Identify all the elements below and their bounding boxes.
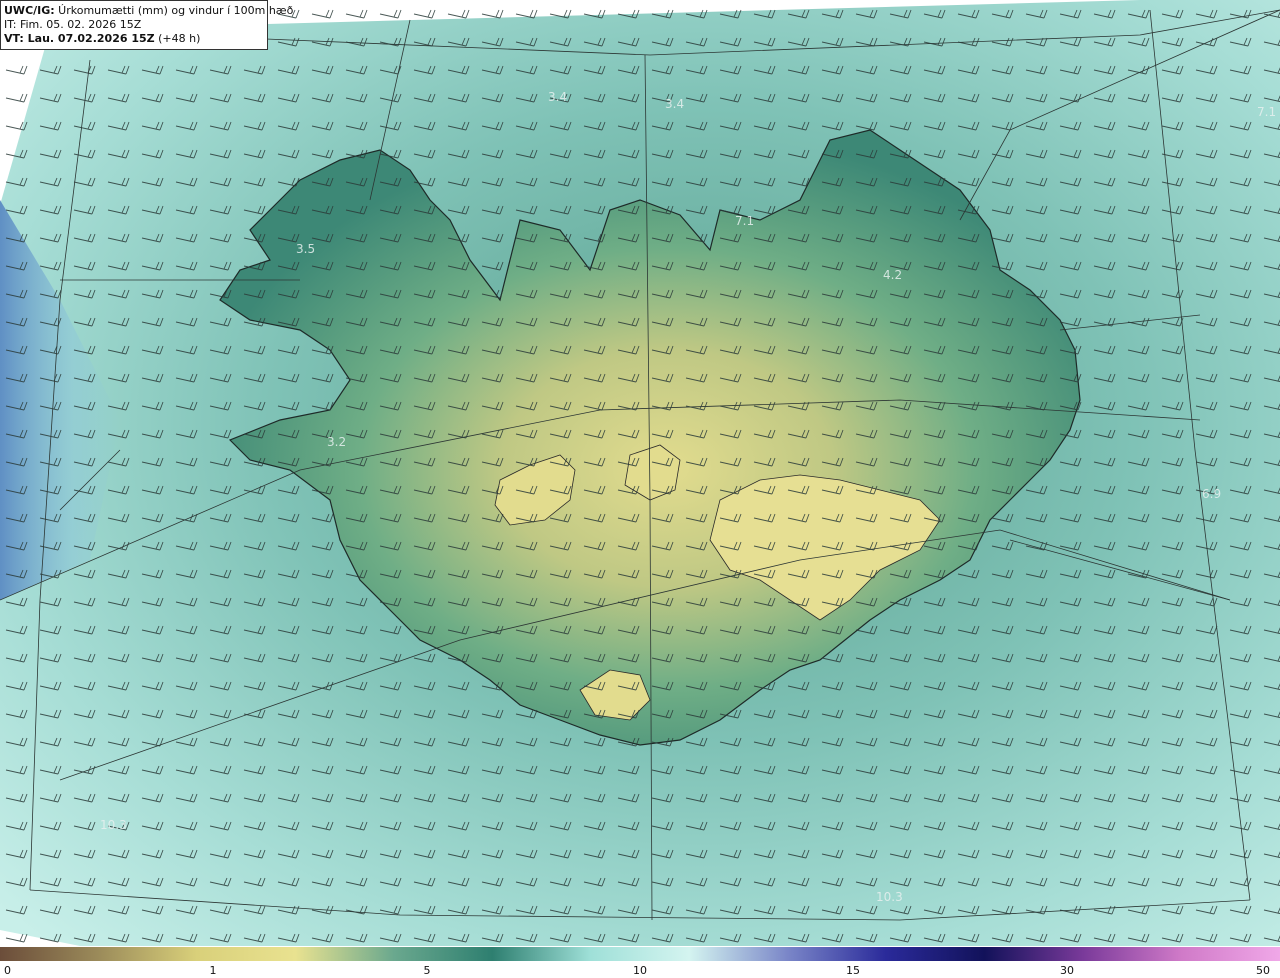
map-title: Úrkomumætti (mm) og vindur í 100m hæð bbox=[54, 4, 294, 17]
colorbar-tick: 10 bbox=[633, 964, 647, 977]
map-value-label: 3.4 bbox=[548, 90, 568, 104]
map-value-label: 6.9 bbox=[1202, 487, 1222, 501]
map-value-label: 3.4 bbox=[665, 97, 685, 111]
valid-time-row: VT: Lau. 07.02.2026 15Z (+48 h) bbox=[4, 32, 263, 46]
colorbar-tick: 5 bbox=[423, 964, 431, 977]
model-label: UWC/IG: bbox=[4, 4, 55, 17]
colorbar-tick: 1 bbox=[209, 964, 217, 977]
colorbar-tick: 0 bbox=[4, 964, 11, 977]
title-row: UWC/IG: Úrkomumætti (mm) og vindur í 100… bbox=[4, 4, 293, 18]
valid-time: VT: Lau. 07.02.2026 15Z bbox=[4, 32, 155, 45]
map-area[interactable]: UWC/IG: Úrkomumætti (mm) og vindur í 100… bbox=[0, 0, 1280, 946]
map-info-box: UWC/IG: Úrkomumætti (mm) og vindur í 100… bbox=[0, 0, 293, 50]
colorbar: 0 1 5 10 15 30 50 bbox=[0, 946, 1280, 978]
wind-barbs bbox=[0, 0, 1280, 946]
init-time: IT: Fim. 05. 02. 2026 15Z bbox=[4, 18, 142, 31]
map-value-label: 10.3 bbox=[876, 890, 903, 904]
colorbar-tick: 30 bbox=[1060, 964, 1074, 977]
colorbar-tick: 50 bbox=[1256, 964, 1270, 977]
colorbar-tick: 15 bbox=[846, 964, 860, 977]
colorbar-gradient bbox=[0, 947, 1280, 961]
lead-time: (+48 h) bbox=[154, 32, 201, 45]
map-value-label: 7.1 bbox=[735, 214, 755, 228]
map-value-label: 7.1 bbox=[1257, 105, 1277, 119]
map-value-label: 3.2 bbox=[327, 435, 347, 449]
map-value-label: 4.2 bbox=[883, 268, 903, 282]
map-value-label: 10.3 bbox=[100, 818, 127, 832]
precipitation-map bbox=[0, 0, 1280, 946]
map-value-label: 3.5 bbox=[296, 242, 316, 256]
